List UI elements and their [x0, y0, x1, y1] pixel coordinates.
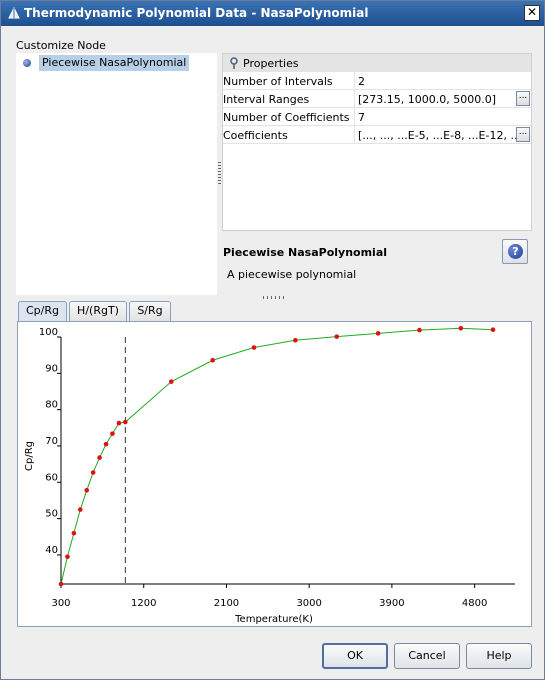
close-button[interactable]: ✕ [524, 5, 540, 21]
data-point [65, 554, 70, 560]
column-divider [354, 126, 355, 144]
node-tree[interactable]: Piecewise NasaPolynomial [16, 53, 217, 295]
tree-item-piecewise-nasapolynomial[interactable]: Piecewise NasaPolynomial [39, 55, 190, 71]
data-point [293, 337, 298, 343]
help-button[interactable]: Help [466, 643, 532, 669]
data-point [375, 331, 381, 336]
horizontal-splitter-grip-icon[interactable] [263, 296, 287, 299]
prop-value[interactable]: [..., ..., ...E-5, ...E-8, ...E-12, ...,… [358, 129, 516, 142]
x-tick-label: 3000 [296, 598, 321, 609]
data-point [417, 327, 422, 333]
chart-panel: 300 1200 2100 3000 3900 4800 40 50 60 70 80 90 100 T… [17, 321, 532, 627]
data-point [168, 379, 174, 384]
prop-value[interactable]: 7 [358, 111, 516, 124]
x-tick-label: 2100 [214, 598, 239, 609]
customize-node-label: Customize Node [16, 39, 106, 52]
column-divider [354, 90, 355, 108]
y-tick-label: 40 [45, 545, 58, 556]
data-point [103, 441, 109, 447]
prop-name: Number of Coefficients [223, 111, 350, 124]
node-bullet-icon [23, 59, 31, 67]
splitter-grip-icon[interactable] [218, 162, 221, 184]
data-point [458, 325, 464, 331]
tab-s-rg[interactable]: S/Rg [129, 301, 171, 321]
data-point [90, 470, 96, 475]
data-point [116, 420, 122, 426]
data-point [110, 431, 115, 436]
properties-header: Properties [223, 54, 531, 72]
data-point [58, 581, 64, 587]
x-axis-label: Temperature(K) [234, 614, 313, 625]
description-text: A piecewise polynomial [227, 268, 357, 281]
x-tick-label: 4800 [462, 598, 487, 609]
y-tick-label: 100 [39, 327, 58, 338]
data-point [334, 334, 340, 339]
y-tick-label: 70 [45, 436, 58, 447]
prop-row-number-of-intervals[interactable]: Number of Intervals 2 [223, 72, 531, 90]
cp-rg-chart: 300 1200 2100 3000 3900 4800 40 50 60 70 80 90 100 T… [24, 325, 515, 625]
prop-name: Interval Ranges [223, 93, 310, 106]
x-tick-label: 1200 [131, 598, 156, 609]
prop-row-coefficients[interactable]: Coefficients [..., ..., ...E-5, ...E-8, … [223, 126, 531, 144]
y-tick-label: 90 [45, 363, 58, 374]
x-tick-label: 3900 [379, 598, 404, 609]
edit-coefficients-button[interactable]: ... [516, 127, 530, 142]
data-point [97, 455, 102, 460]
data-point [84, 487, 90, 493]
tab-cp-rg[interactable]: Cp/Rg [18, 301, 67, 322]
prop-name: Coefficients [223, 129, 288, 142]
close-icon: ✕ [526, 5, 538, 19]
app-icon [8, 6, 20, 19]
help-icon: ? [508, 244, 523, 259]
prop-value[interactable]: [273.15, 1000.0, 5000.0] [358, 93, 516, 106]
data-point [71, 530, 77, 536]
properties-title: Properties [243, 57, 299, 70]
y-axis-label: Cp/Rg [24, 441, 35, 471]
ok-button[interactable]: OK [322, 643, 388, 669]
prop-row-number-of-coefficients[interactable]: Number of Coefficients 7 [223, 108, 531, 126]
data-point [123, 419, 128, 425]
x-tick-label: 300 [51, 598, 70, 609]
column-divider [354, 108, 355, 126]
data-point [251, 345, 257, 350]
prop-value[interactable]: 2 [358, 75, 516, 88]
y-tick-label: 60 [45, 472, 58, 483]
y-tick-label: 50 [45, 509, 58, 520]
cancel-button[interactable]: Cancel [394, 643, 460, 669]
data-point [490, 327, 496, 333]
prop-row-interval-ranges[interactable]: Interval Ranges [273.15, 1000.0, 5000.0]… [223, 90, 531, 108]
prop-name: Number of Intervals [223, 75, 333, 88]
dialog-window: Thermodynamic Polynomial Data - NasaPoly… [0, 0, 545, 680]
context-help-button[interactable]: ? [502, 239, 528, 264]
column-divider [354, 72, 355, 90]
edit-interval-ranges-button[interactable]: ... [516, 91, 530, 106]
title-bar[interactable]: Thermodynamic Polynomial Data - NasaPoly… [1, 1, 544, 26]
y-tick-label: 80 [45, 400, 58, 411]
cp-rg-series-line [60, 327, 494, 585]
tab-h-rgt[interactable]: H/(RgT) [69, 301, 127, 321]
pin-icon [230, 57, 238, 69]
description-title: Piecewise NasaPolynomial [223, 246, 388, 259]
properties-panel: Properties Number of Intervals 2 Interva… [222, 53, 532, 231]
description-panel: Piecewise NasaPolynomial A piecewise pol… [222, 234, 532, 291]
data-point [210, 357, 215, 363]
data-point [78, 507, 83, 512]
window-title: Thermodynamic Polynomial Data - NasaPoly… [24, 6, 369, 20]
